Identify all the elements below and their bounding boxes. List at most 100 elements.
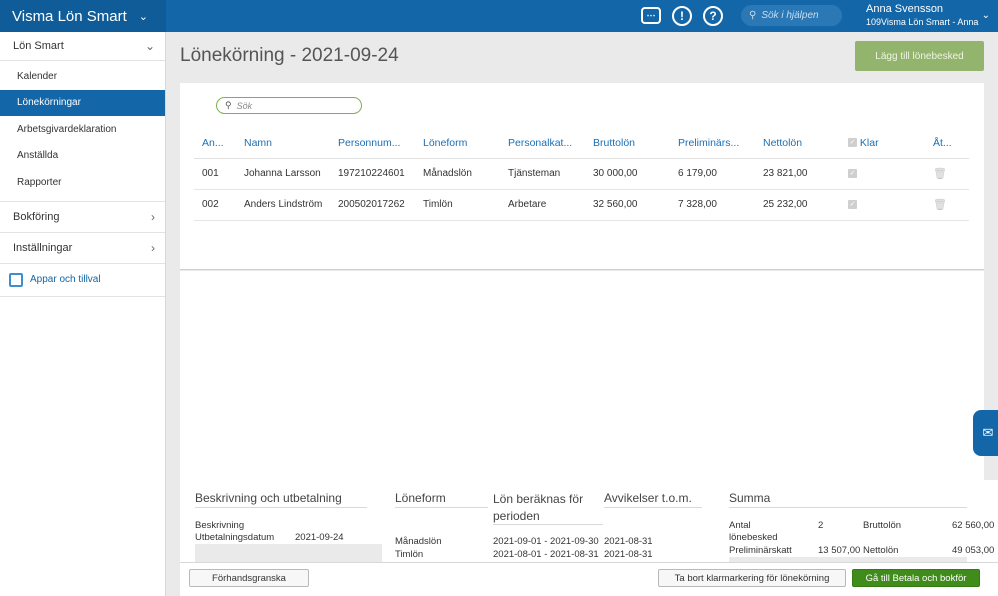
support-chat-icon[interactable]: ✉ [973, 410, 998, 456]
cell-brutto: 32 560,00 [585, 189, 670, 221]
user-company: 109Visma Lön Smart - Anna [866, 17, 979, 27]
cell-nr: 002 [194, 189, 236, 221]
search-icon: ⚲ [225, 100, 232, 110]
desc-label: Beskrivning [195, 520, 245, 531]
col-atgard[interactable]: Åt... [925, 128, 969, 159]
user-menu[interactable]: Anna Svensson 109Visma Lön Smart - Anna … [866, 3, 996, 29]
chevron-right-icon: › [151, 209, 155, 224]
cell-prelim: 6 179,00 [670, 158, 755, 190]
cell-form: Timlön [415, 189, 500, 221]
cell-klar: ✓ [840, 189, 925, 221]
cell-netto: 23 821,00 [755, 158, 840, 190]
col-loneform[interactable]: Löneform [415, 128, 500, 159]
alert-icon[interactable]: ! [672, 6, 692, 26]
cell-prelim: 7 328,00 [670, 189, 755, 221]
checkbox-icon[interactable]: ✓ [848, 168, 857, 178]
user-name: Anna Svensson [866, 3, 944, 15]
prelim-label: Preliminärskatt [729, 545, 792, 556]
col-anstallningsnr[interactable]: An... [194, 128, 236, 159]
cell-pnr: 197210224601 [330, 158, 415, 190]
table-row[interactable]: 001 Johanna Larsson 197210224601 Månadsl… [194, 158, 969, 190]
cell-action: 🗑 [925, 189, 969, 221]
sidebar: Lön Smart ⌄ Kalender Lönekörningar Arbet… [0, 32, 166, 596]
divider [493, 524, 603, 525]
cell-klar: ✓ [840, 158, 925, 190]
col-personnummer[interactable]: Personnum... [330, 128, 415, 159]
divider [195, 507, 367, 508]
cell-nr: 001 [194, 158, 236, 190]
grid-search-input[interactable]: ⚲ Sök [216, 97, 362, 114]
divider [604, 507, 702, 508]
shopping-bag-icon [9, 272, 23, 287]
add-payslip-button[interactable]: Lägg till lönebesked [855, 41, 984, 71]
col-namn[interactable]: Namn [236, 128, 330, 159]
brutto-label: Bruttolön [863, 520, 902, 531]
sidebar-item-rapporter[interactable]: Rapporter [0, 169, 165, 196]
checkbox-icon[interactable]: ✓ [848, 199, 857, 209]
col-personalkategori[interactable]: Personalkat... [500, 128, 585, 159]
cell-category: Arbetare [500, 189, 585, 221]
netto-value: 49 053,00 [952, 545, 995, 556]
col-klar[interactable]: ✓ Klar [840, 128, 925, 159]
chevron-down-icon: ⌄ [981, 10, 990, 21]
summary-total-heading: Summa [729, 491, 771, 505]
search-icon: ⚲ [749, 10, 757, 21]
prelim-value: 13 507,00 [818, 545, 861, 556]
netto-label: Nettolön [863, 545, 899, 556]
action-footer: Förhandsgranska Ta bort klarmarkering fö… [180, 562, 998, 596]
cell-name: Johanna Larsson [236, 158, 330, 190]
sidebar-section-lon-smart[interactable]: Lön Smart ⌄ [0, 32, 165, 61]
form-2: Timlön [395, 549, 424, 560]
table-row[interactable]: 002 Anders Lindström 200502017262 Timlön… [194, 189, 969, 221]
cell-netto: 25 232,00 [755, 189, 840, 221]
col-bruttolon[interactable]: Bruttolön [585, 128, 670, 159]
summary-period-heading: Lön beräknas för perioden [493, 492, 584, 523]
summary-desc-heading: Beskrivning och utbetalning [195, 491, 342, 505]
period-2: 2021-08-01 - 2021-08-31 [493, 549, 599, 560]
divider [395, 507, 488, 508]
divider [729, 507, 967, 508]
remove-mark-button[interactable]: Ta bort klarmarkering för lönekörning [658, 569, 846, 587]
cell-pnr: 200502017262 [330, 189, 415, 221]
chevron-right-icon: › [151, 240, 155, 255]
cell-category: Tjänsteman [500, 158, 585, 190]
period-1: 2021-09-01 - 2021-09-30 [493, 536, 599, 547]
go-to-pay-button[interactable]: Gå till Betala och bokför [852, 569, 980, 587]
brutto-value: 62 560,00 [952, 520, 995, 531]
app-name: Visma Lön Smart [12, 7, 127, 25]
page-title: Lönekörning - 2021-09-24 [180, 45, 399, 66]
help-icon[interactable]: ? [703, 6, 723, 26]
cell-form: Månadslön [415, 158, 500, 190]
summary-deviation-heading: Avvikelser t.o.m. [604, 491, 692, 505]
col-preliminarskatt[interactable]: Preliminärs... [670, 128, 755, 159]
top-bar: Visma Lön Smart ⌄ ⋯ ! ? ⚲ Sök i hjälpen … [0, 0, 998, 32]
cell-action: 🗑 [925, 158, 969, 190]
sidebar-item-arbetsgivardeklaration[interactable]: Arbetsgivardeklaration [0, 116, 165, 143]
pay-date-label: Utbetalningsdatum [195, 532, 275, 543]
sidebar-item-kalender[interactable]: Kalender [0, 63, 165, 90]
sidebar-section-installningar[interactable]: Inställningar › [0, 233, 165, 264]
chevron-down-icon: ⌄ [144, 39, 155, 53]
antal-label: Antal lönebesked [729, 520, 778, 543]
sidebar-item-lonekorningar[interactable]: Lönekörningar [0, 89, 165, 116]
trash-icon[interactable]: 🗑 [933, 167, 947, 180]
form-1: Månadslön [395, 536, 442, 547]
sidebar-section-bokforing[interactable]: Bokföring › [0, 202, 165, 233]
chevron-down-icon: ⌄ [138, 10, 148, 23]
trash-icon[interactable]: 🗑 [933, 198, 947, 211]
preview-button[interactable]: Förhandsgranska [189, 569, 309, 587]
chat-icon[interactable]: ⋯ [641, 7, 661, 24]
help-search-input[interactable]: ⚲ Sök i hjälpen [741, 5, 842, 26]
payroll-grid-panel: ⚲ Sök An... Namn Personnum... Löneform P… [180, 83, 984, 270]
cell-brutto: 30 000,00 [585, 158, 670, 190]
sidebar-item-anstallda[interactable]: Anställda [0, 143, 165, 170]
app-switcher[interactable]: Visma Lön Smart ⌄ [0, 0, 166, 32]
checkbox-icon[interactable]: ✓ [848, 138, 857, 148]
payroll-table: An... Namn Personnum... Löneform Persona… [194, 128, 969, 221]
scroll-shade [195, 544, 382, 562]
sidebar-item-apps[interactable]: Appar och tillval [0, 264, 165, 297]
table-header-row: An... Namn Personnum... Löneform Persona… [194, 128, 969, 159]
summary-form-heading: Löneform [395, 491, 446, 505]
col-nettolon[interactable]: Nettolön [755, 128, 840, 159]
pay-date-value: 2021-09-24 [295, 532, 344, 543]
